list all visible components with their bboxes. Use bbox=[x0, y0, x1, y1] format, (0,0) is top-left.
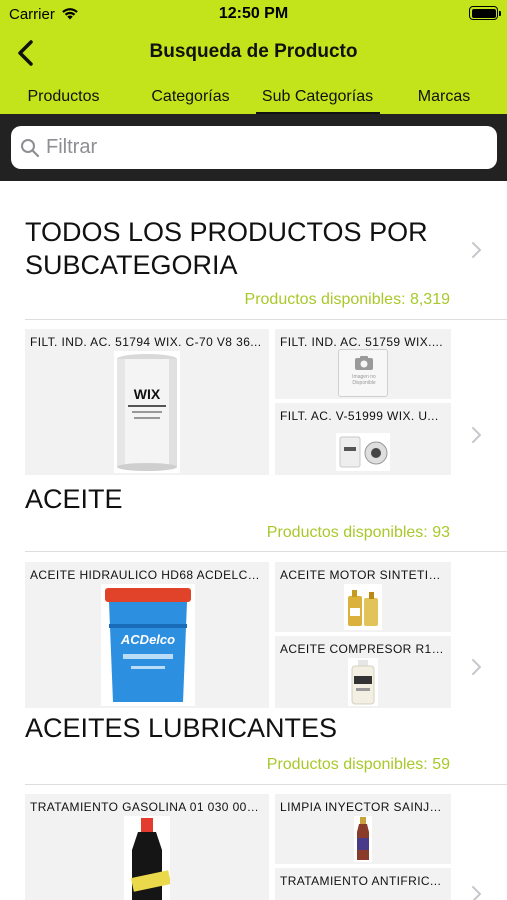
product-card[interactable]: TRATAMIENTO GASOLINA 01 030 004... bbox=[25, 794, 269, 900]
wix-logo: WIX bbox=[134, 386, 161, 402]
product-card[interactable]: ACEITE MOTOR SINTETIC... bbox=[275, 562, 451, 632]
tab-bar: Productos Categorías Sub Categorías Marc… bbox=[0, 84, 507, 114]
chevron-right-icon[interactable] bbox=[469, 656, 485, 678]
search-input[interactable] bbox=[46, 126, 486, 169]
camera-icon bbox=[355, 356, 373, 370]
oil-filter-image: WIX bbox=[114, 351, 180, 473]
gasoline-treatment-image bbox=[124, 816, 170, 900]
product-card[interactable]: ACEITE COMPRESOR R13... bbox=[275, 636, 451, 708]
tab-sub-categorias[interactable]: Sub Categorías bbox=[254, 88, 381, 114]
tab-productos[interactable]: Productos bbox=[0, 88, 127, 114]
compressor-oil-bottle-image bbox=[348, 658, 378, 706]
product-card-label: ACEITE MOTOR SINTETIC... bbox=[280, 568, 446, 582]
search-field[interactable] bbox=[11, 126, 497, 169]
product-card-label: ACEITE HIDRAULICO HD68 ACDELCO... bbox=[30, 568, 264, 582]
product-card-label: TRATAMIENTO GASOLINA 01 030 004... bbox=[30, 800, 264, 814]
search-icon bbox=[21, 139, 40, 158]
acdelco-bucket-image: ACDelco bbox=[101, 584, 195, 706]
product-card-label: LIMPIA INYECTOR SAINJE... bbox=[280, 800, 446, 814]
product-card[interactable]: FILT. AC. V-51999 WIX. U... bbox=[275, 403, 451, 475]
chevron-right-icon[interactable] bbox=[469, 239, 485, 261]
status-bar: Carrier 12:50 PM bbox=[0, 0, 507, 30]
oil-filters-image bbox=[336, 433, 390, 471]
product-card-label: ACEITE COMPRESOR R13... bbox=[280, 642, 446, 656]
product-card[interactable]: LIMPIA INYECTOR SAINJE... bbox=[275, 794, 451, 864]
page-title: Busqueda de Producto bbox=[149, 41, 358, 62]
subcategory-section[interactable]: TODOS LOS PRODUCTOS POR SUBCATEGORIA Pro… bbox=[0, 181, 507, 476]
subcategory-section[interactable]: ACEITES LUBRICANTES Productos disponible… bbox=[0, 709, 507, 900]
tab-marcas[interactable]: Marcas bbox=[381, 88, 507, 114]
tab-categorias[interactable]: Categorías bbox=[127, 88, 254, 114]
products-available-count: Productos disponibles: 93 bbox=[266, 524, 450, 541]
product-card[interactable]: ACEITE HIDRAULICO HD68 ACDELCO... ACDelc… bbox=[25, 562, 269, 708]
section-title: TODOS LOS PRODUCTOS POR SUBCATEGORIA bbox=[25, 217, 428, 280]
divider bbox=[25, 784, 507, 785]
product-card[interactable]: FILT. IND. AC. 51794 WIX. C-70 V8 36... … bbox=[25, 329, 269, 475]
chevron-right-icon[interactable] bbox=[469, 883, 485, 900]
divider bbox=[25, 551, 507, 552]
injector-cleaner-image bbox=[354, 816, 372, 862]
divider bbox=[25, 319, 507, 320]
product-card[interactable]: TRATAMIENTO ANTIFRIC... bbox=[275, 868, 451, 900]
products-available-count: Productos disponibles: 59 bbox=[266, 756, 450, 773]
motor-oil-bottles-image bbox=[344, 584, 382, 630]
search-bar-container bbox=[0, 114, 507, 181]
product-card-label: FILT. AC. V-51999 WIX. U... bbox=[280, 409, 439, 423]
clock-time: 12:50 PM bbox=[218, 5, 289, 22]
chevron-right-icon[interactable] bbox=[469, 424, 485, 446]
no-image-label: Imagen no Disponible bbox=[352, 374, 376, 386]
subcategory-list: TODOS LOS PRODUCTOS POR SUBCATEGORIA Pro… bbox=[0, 181, 507, 900]
product-card-label: FILT. IND. AC. 51794 WIX. C-70 V8 36... bbox=[30, 335, 262, 349]
product-card-label: FILT. IND. AC. 51759 WIX.... bbox=[280, 335, 444, 349]
section-title: ACEITES LUBRICANTES bbox=[25, 713, 338, 743]
section-title: ACEITE bbox=[25, 484, 123, 514]
battery-icon bbox=[469, 6, 501, 20]
subcategory-section[interactable]: ACEITE Productos disponibles: 93 ACEITE … bbox=[0, 476, 507, 709]
product-card[interactable]: FILT. IND. AC. 51759 WIX.... Imagen no D… bbox=[275, 329, 451, 399]
no-image-placeholder: Imagen no Disponible bbox=[338, 349, 388, 397]
product-card-label: TRATAMIENTO ANTIFRIC... bbox=[280, 874, 442, 888]
products-available-count: Productos disponibles: 8,319 bbox=[244, 291, 450, 308]
acdelco-logo: ACDelco bbox=[120, 632, 175, 647]
navigation-header: Carrier 12:50 PM Busqueda de Producto Pr… bbox=[0, 0, 507, 114]
